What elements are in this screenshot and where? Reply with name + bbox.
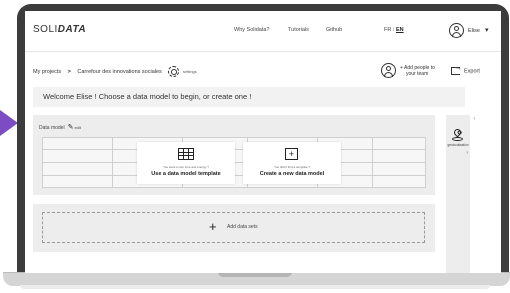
app-logo[interactable]: SOLIDATA [33,24,86,35]
app-screen: SOLIDATA Why Solidata? Tutorials Github … [25,11,501,273]
laptop-foot [20,285,490,289]
table-icon [178,148,194,160]
settings-link[interactable]: settings [183,69,197,74]
user-avatar-icon[interactable] [449,23,464,38]
lang-en[interactable]: EN [396,27,404,33]
pencil-icon[interactable]: ✎ [68,124,74,131]
language-switch: FR / EN [384,27,404,33]
help-icon[interactable]: ? [466,150,468,155]
nav-link-why-solidata[interactable]: Why Solidata? [234,27,269,33]
welcome-banner: Welcome Elise ! Choose a data model to b… [33,87,465,107]
export-button[interactable]: Export [451,65,480,75]
top-nav: SOLIDATA Why Solidata? Tutorials Github … [25,11,501,52]
chevron-down-icon[interactable]: ▾ [485,26,489,34]
data-model-label: Data model [39,125,65,131]
geolocation-icon[interactable] [451,127,464,142]
lang-separator: / [392,27,395,33]
lang-fr[interactable]: FR [384,27,391,33]
add-user-icon [381,63,396,78]
add-people-label: + Add people to your team [400,65,435,77]
nav-link-github[interactable]: Github [326,27,342,33]
breadcrumb-separator: > [67,68,71,75]
new-model-card-title: Create a new data model [259,171,325,177]
data-sets-panel: + Add data sets [33,204,435,252]
data-model-panel: Data model ✎edit You want to win time and… [33,115,435,195]
new-model-card[interactable]: + You didn't find a template ? Create a … [243,142,341,184]
geolocation-label[interactable]: geolocalisation [446,143,470,147]
new-model-card-hint: You didn't find a template ? [274,165,310,169]
plus-icon[interactable]: + [209,220,217,234]
nav-link-tutorials[interactable]: Tutorials [288,27,309,33]
template-card[interactable]: You want to win time and energy ? Use a … [137,142,235,184]
add-people-button[interactable]: + Add people to your team [381,62,461,84]
export-label: Export [464,68,480,75]
export-icon [451,65,462,75]
pointer-arrow [0,110,18,136]
user-name[interactable]: Elise [468,28,480,34]
breadcrumb: My projects > Carrefour des innovations … [33,66,197,77]
template-card-hint: You want to win time and energy ? [163,165,209,169]
data-model-header: Data model ✎edit [39,123,81,131]
help-icon[interactable]: ? [473,116,475,121]
edit-link[interactable]: edit [74,125,80,130]
gear-icon[interactable] [168,66,180,77]
breadcrumb-my-projects[interactable]: My projects [33,69,61,75]
template-card-title: Use a data model template [151,171,221,177]
add-data-sets-label[interactable]: Add data sets [227,224,258,230]
add-data-sets-dropzone[interactable]: + Add data sets [42,212,425,243]
plus-box-icon: + [285,148,298,160]
breadcrumb-project[interactable]: Carrefour des innovations sociales [77,69,161,75]
